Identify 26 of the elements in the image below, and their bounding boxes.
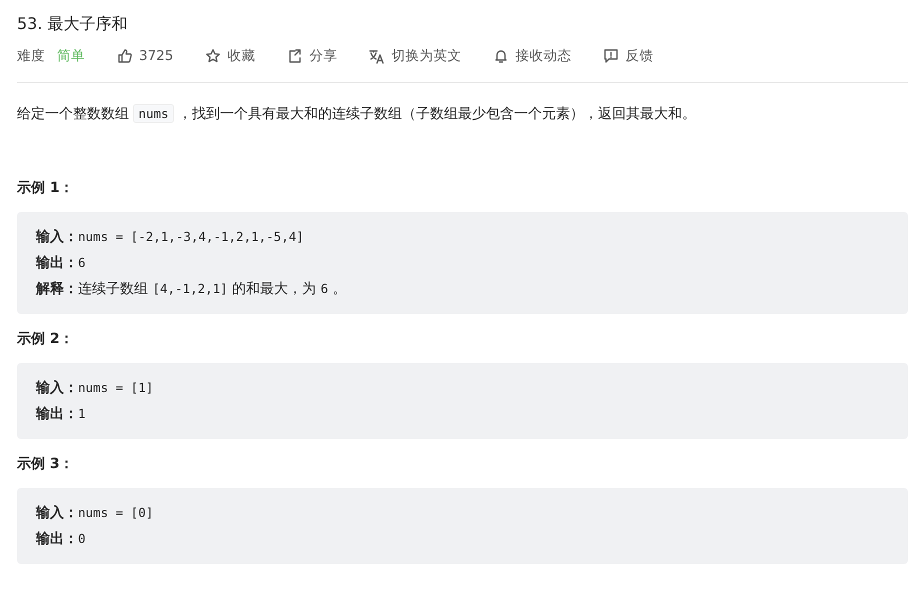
example-heading: 示例 1：: [17, 179, 75, 198]
action-label[interactable]: 分享: [309, 47, 338, 65]
example-line: 输入：nums = [0]: [36, 504, 154, 523]
example-heading: 示例 3：: [17, 455, 75, 474]
feedback-icon[interactable]: [603, 48, 620, 64]
example-line: 输出：6: [36, 254, 87, 273]
action-label[interactable]: 3725: [139, 48, 174, 64]
action-label[interactable]: 收藏: [227, 47, 256, 65]
thumbs-up-icon[interactable]: [117, 48, 133, 64]
example-line: 输出：1: [36, 405, 87, 424]
description-text: 给定一个整数数组 nums ，找到一个具有最大和的连续子数组（子数组最少包含一个元素），返回其最大和。: [17, 103, 698, 125]
example-heading: 示例 2：: [17, 330, 75, 349]
difficulty-label: 难度: [17, 47, 45, 65]
translate-icon[interactable]: [369, 48, 386, 64]
action-label[interactable]: 切换为英文: [391, 47, 462, 65]
share-icon[interactable]: [287, 48, 304, 64]
star-icon[interactable]: [205, 48, 222, 64]
action-label[interactable]: 反馈: [625, 47, 654, 65]
difficulty-value: 简单: [57, 47, 85, 65]
problem-title: 53. 最大子序和: [17, 13, 129, 35]
bell-icon[interactable]: [493, 48, 510, 64]
example-line: 输入：nums = [-2,1,-3,4,-1,2,1,-5,4]: [36, 228, 305, 247]
example-line: 输入：nums = [1]: [36, 379, 154, 398]
action-label[interactable]: 接收动态: [515, 47, 572, 65]
example-line: 输出：0: [36, 530, 87, 549]
example-line: 解释：连续子数组 [4,-1,2,1] 的和最大，为 6 。: [36, 280, 348, 299]
